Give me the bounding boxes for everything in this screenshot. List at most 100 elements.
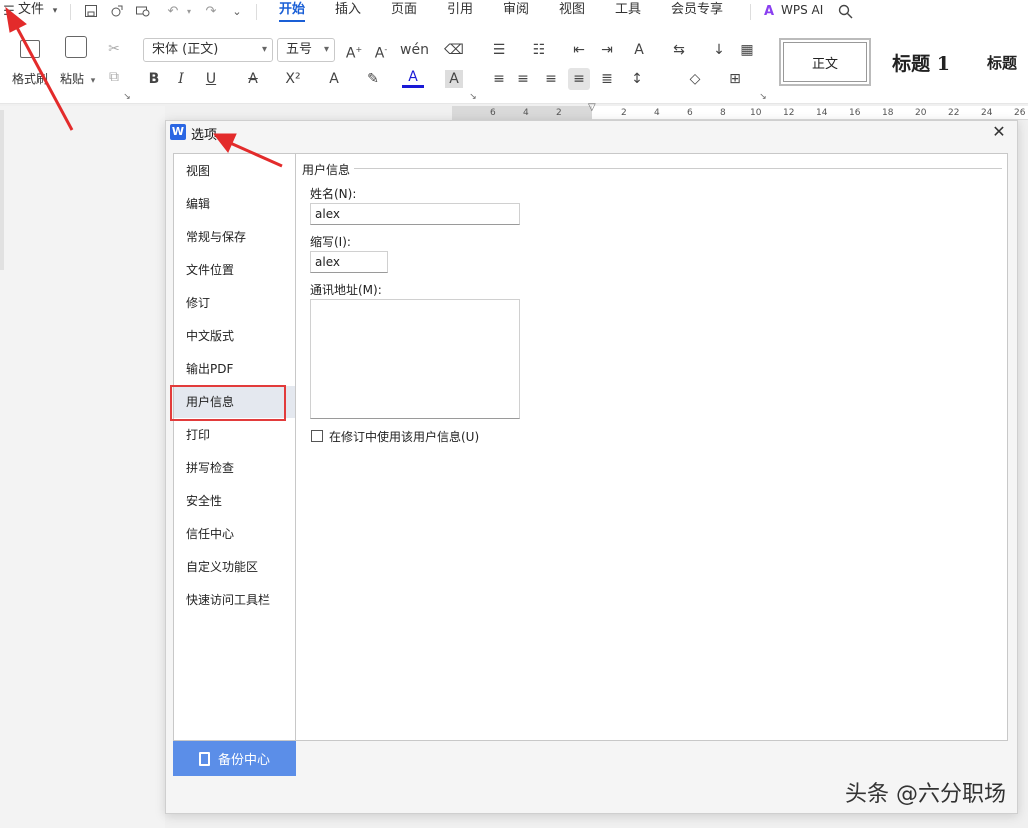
initials-field[interactable]: alex bbox=[310, 251, 388, 273]
file-menu[interactable]: 文件 bbox=[18, 0, 44, 22]
nav-item-trust-center[interactable]: 信任中心 bbox=[174, 518, 295, 550]
align-center-icon[interactable]: ≡ bbox=[512, 68, 534, 90]
paragraph-launcher-icon[interactable]: ↘ bbox=[752, 86, 774, 108]
align-left-icon[interactable]: ≡ bbox=[488, 68, 510, 90]
font-size-select[interactable]: 五号 ▾ bbox=[277, 38, 335, 62]
redo-icon[interactable]: ↷ bbox=[202, 2, 220, 20]
document-canvas[interactable] bbox=[0, 106, 165, 828]
copy-icon[interactable]: ⧉ bbox=[103, 66, 125, 88]
horizontal-ruler[interactable]: 6 4 2 ▽ 2 4 6 8 10 12 14 16 18 20 22 24 … bbox=[452, 102, 1028, 120]
nav-item-export-pdf[interactable]: 输出PDF bbox=[174, 353, 295, 385]
font-launcher-icon[interactable]: ↘ bbox=[462, 86, 484, 108]
style-heading-1[interactable]: 标题 1 bbox=[873, 38, 969, 86]
chevron-down-icon[interactable]: ▾ bbox=[180, 2, 198, 20]
sort-arrows-icon[interactable]: ⇆ bbox=[668, 39, 690, 61]
dialog-titlebar[interactable]: W 选项 ✕ bbox=[166, 121, 1017, 145]
wps-ai-button[interactable]: WPS AI bbox=[781, 0, 823, 22]
decrease-indent-icon[interactable]: ⇤ bbox=[568, 39, 590, 61]
numbering-icon[interactable]: ☷ bbox=[528, 39, 550, 61]
tab-view[interactable]: 视图 bbox=[559, 0, 585, 22]
format-painter-button[interactable] bbox=[10, 36, 50, 64]
strikethrough-icon[interactable]: A bbox=[242, 68, 264, 90]
highlight-box bbox=[170, 385, 286, 421]
wps-writer-logo-icon: W bbox=[170, 124, 186, 140]
print-preview-icon[interactable] bbox=[134, 2, 152, 20]
cut-icon[interactable]: ✂ bbox=[103, 38, 125, 60]
use-user-info-checkbox[interactable] bbox=[311, 430, 323, 442]
grow-font-icon[interactable]: A+ bbox=[343, 39, 365, 62]
highlight-icon[interactable]: ✎ bbox=[362, 68, 384, 90]
borders-icon[interactable]: ⊞ bbox=[724, 68, 746, 90]
clipboard-launcher-icon[interactable]: ↘ bbox=[116, 86, 138, 108]
increase-indent-icon[interactable]: ⇥ bbox=[596, 39, 618, 61]
dialog-title: 选项 bbox=[191, 128, 218, 143]
tab-insert[interactable]: 插入 bbox=[335, 0, 361, 22]
chevron-down-icon: ▾ bbox=[323, 44, 329, 55]
paste-chevron-icon[interactable]: ▾ bbox=[82, 70, 104, 92]
char-shading-icon[interactable]: A bbox=[445, 70, 463, 88]
paste-label: 粘贴 bbox=[60, 72, 85, 86]
justify-icon[interactable]: ≡ bbox=[568, 68, 590, 90]
nav-item-chinese-layout[interactable]: 中文版式 bbox=[174, 320, 295, 352]
export-icon[interactable] bbox=[108, 2, 126, 20]
align-right-icon[interactable]: ≡ bbox=[540, 68, 562, 90]
shading-icon[interactable]: ◇ bbox=[684, 68, 706, 90]
nav-item-quick-access-toolbar[interactable]: 快速访问工具栏 bbox=[174, 584, 295, 616]
sort-icon[interactable]: ↓ bbox=[708, 39, 730, 61]
italic-icon[interactable]: I bbox=[170, 68, 192, 90]
font-color-icon[interactable]: A bbox=[402, 68, 424, 88]
nav-item-customize-ribbon[interactable]: 自定义功能区 bbox=[174, 551, 295, 583]
use-user-info-label[interactable]: 在修订中使用该用户信息(U) bbox=[329, 428, 479, 445]
text-effect-icon[interactable]: A bbox=[323, 68, 345, 90]
tab-tools[interactable]: 工具 bbox=[615, 0, 641, 22]
phonetic-guide-icon[interactable]: wén bbox=[400, 39, 429, 61]
style-heading-label: 标题 bbox=[987, 53, 1018, 72]
close-icon[interactable]: ✕ bbox=[989, 122, 1009, 142]
address-field[interactable] bbox=[310, 299, 520, 419]
bold-icon[interactable]: B bbox=[143, 68, 165, 90]
tab-member[interactable]: 会员专享 bbox=[671, 0, 723, 22]
search-icon[interactable] bbox=[836, 2, 854, 20]
save-icon[interactable] bbox=[82, 2, 100, 20]
hamburger-menu-icon[interactable]: ☰ bbox=[0, 2, 18, 20]
tab-references[interactable]: 引用 bbox=[447, 0, 473, 22]
backup-center-button[interactable]: 备份中心 bbox=[173, 741, 296, 776]
superscript-icon[interactable]: X² bbox=[282, 68, 304, 90]
tab-home[interactable]: 开始 bbox=[279, 0, 306, 22]
nav-item-revisions[interactable]: 修订 bbox=[174, 287, 295, 319]
nav-item-file-locations[interactable]: 文件位置 bbox=[174, 254, 295, 286]
more-chevron-icon[interactable]: ⌄ bbox=[228, 2, 246, 20]
indent-marker-icon[interactable]: ▽ bbox=[588, 102, 596, 113]
font-name-select[interactable]: 宋体 (正文) ▾ bbox=[143, 38, 273, 62]
nav-item-edit[interactable]: 编辑 bbox=[174, 188, 295, 220]
bullets-icon[interactable]: ☰ bbox=[488, 39, 510, 61]
ruler-tick: 18 bbox=[882, 108, 894, 118]
show-marks-icon[interactable]: ▦ bbox=[736, 39, 758, 61]
underline-icon[interactable]: U bbox=[200, 68, 222, 90]
tab-page[interactable]: 页面 bbox=[391, 0, 417, 22]
paste-button[interactable] bbox=[56, 36, 96, 64]
line-spacing-icon[interactable]: ↕ bbox=[626, 68, 648, 90]
nav-item-view[interactable]: 视图 bbox=[174, 155, 295, 187]
nav-item-print[interactable]: 打印 bbox=[174, 419, 295, 451]
backup-center-label: 备份中心 bbox=[217, 753, 270, 768]
style-heading-1-label: 标题 1 bbox=[892, 52, 950, 75]
distributed-icon[interactable]: ≣ bbox=[596, 68, 618, 90]
style-heading[interactable]: 标题 bbox=[971, 38, 1028, 86]
ruler-tick: 20 bbox=[915, 108, 927, 118]
clear-format-icon[interactable]: ⌫ bbox=[443, 39, 465, 61]
ruler-tick: 16 bbox=[849, 108, 861, 118]
name-field[interactable]: alex bbox=[310, 203, 520, 225]
nav-item-security[interactable]: 安全性 bbox=[174, 485, 295, 517]
shrink-font-icon[interactable]: A- bbox=[370, 39, 392, 62]
ruler-tick: 6 bbox=[490, 108, 496, 118]
style-normal[interactable]: 正文 bbox=[779, 38, 871, 86]
text-direction-icon[interactable]: A bbox=[628, 39, 650, 61]
nav-item-general-save[interactable]: 常规与保存 bbox=[174, 221, 295, 253]
document-page-edge bbox=[0, 110, 4, 270]
separator bbox=[750, 4, 751, 20]
name-label: 姓名(N): bbox=[310, 187, 357, 201]
tab-review[interactable]: 审阅 bbox=[503, 0, 529, 22]
nav-item-spell-check[interactable]: 拼写检查 bbox=[174, 452, 295, 484]
chevron-down-icon[interactable]: ▾ bbox=[46, 2, 64, 20]
